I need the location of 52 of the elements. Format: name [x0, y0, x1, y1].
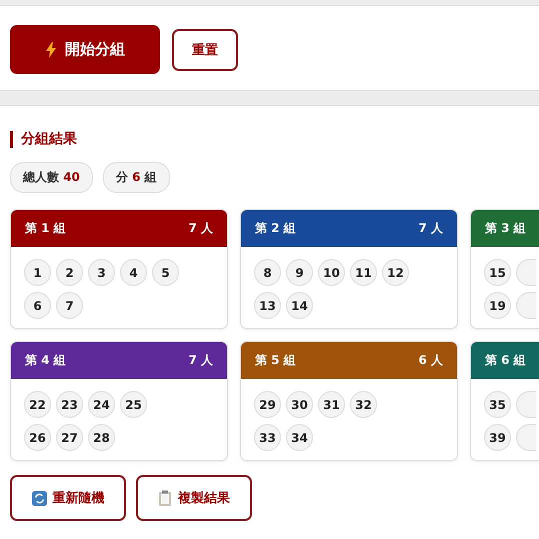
member-chip: 9: [286, 259, 313, 286]
member-chip: 26: [24, 424, 51, 451]
action-button[interactable]: 複製結果: [136, 475, 252, 521]
member-chip: 33: [254, 424, 281, 451]
group-name: 第 2 組: [255, 220, 296, 237]
member-chip: 31: [318, 391, 345, 418]
member-chip: 4: [120, 259, 147, 286]
member-chip: 27: [56, 424, 83, 451]
member-chip: 32: [350, 391, 377, 418]
reset-button[interactable]: 重置: [172, 28, 238, 70]
member-count: 7 人: [188, 352, 213, 369]
member-chip: 23: [56, 391, 83, 418]
member-chip: 24: [88, 391, 115, 418]
member-chip: 35: [484, 391, 511, 418]
member-chip: 12: [382, 259, 409, 286]
member-chip: 30: [286, 391, 313, 418]
member-chip: 39: [484, 424, 511, 451]
clipboard-icon: [158, 490, 172, 506]
lightning-icon: [45, 42, 57, 58]
stat-pill: 分 6 組: [102, 162, 170, 193]
member-chip: 5: [152, 259, 179, 286]
title-accent-bar: [10, 130, 13, 148]
section-title: 分組結果: [21, 130, 77, 148]
member-chip: 11: [350, 259, 377, 286]
member-count: 7 人: [188, 220, 213, 237]
member-chip: 2: [56, 259, 83, 286]
group-name: 第 5 組: [255, 352, 296, 369]
member-chip: 1: [24, 259, 51, 286]
member-count: 7 人: [418, 220, 443, 237]
member-chip: 14: [286, 292, 313, 319]
member-chip: 10: [318, 259, 345, 286]
member-chip: 7: [56, 292, 83, 319]
member-chip: 15: [484, 259, 511, 286]
group-name: 第 3 組: [485, 220, 526, 237]
start-grouping-button[interactable]: 開始分組: [10, 25, 160, 74]
member-chip: 8: [254, 259, 281, 286]
group-name: 第 1 組: [25, 220, 66, 237]
member-chip: 28: [88, 424, 115, 451]
group-name: 第 4 組: [25, 352, 66, 369]
refresh-icon: [32, 490, 46, 506]
group-name: 第 6 組: [485, 352, 526, 369]
action-button[interactable]: 重新隨機: [10, 475, 126, 521]
member-chip: 3: [88, 259, 115, 286]
member-chip: 22: [24, 391, 51, 418]
stat-pill: 總人數 40: [10, 162, 93, 193]
member-count: 6 人: [418, 352, 443, 369]
member-chip: 29: [254, 391, 281, 418]
member-chip: 25: [120, 391, 147, 418]
member-chip: 19: [484, 292, 511, 319]
member-chip: 13: [254, 292, 281, 319]
member-chip: 6: [24, 292, 51, 319]
member-chip: 34: [286, 424, 313, 451]
